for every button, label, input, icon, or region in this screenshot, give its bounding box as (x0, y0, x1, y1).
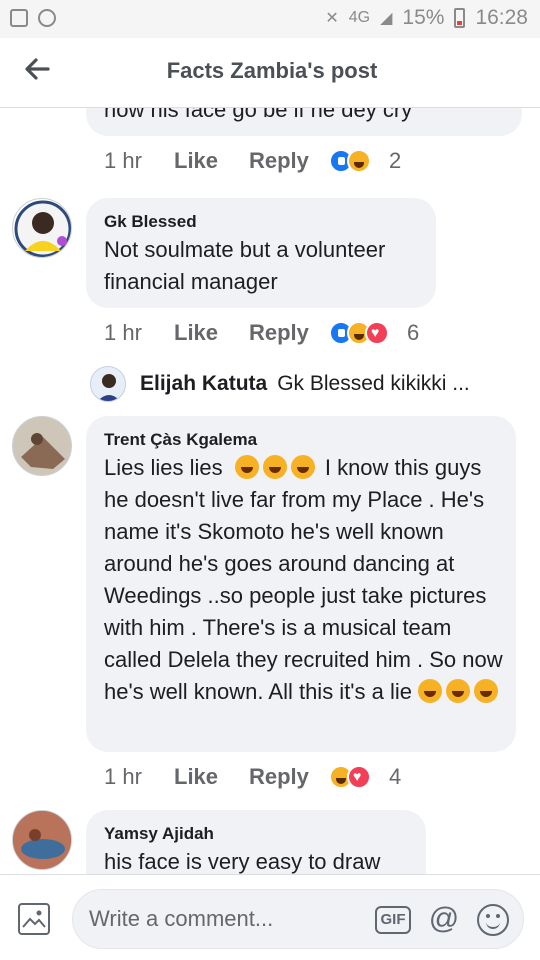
gallery-notification-icon (10, 9, 28, 27)
reply-button[interactable]: Reply (249, 320, 329, 346)
settings-notification-icon (38, 9, 56, 27)
clock: 16:28 (475, 6, 528, 29)
laughing-emoji-icon (262, 455, 287, 479)
comment-text: Lies lies lies I know this guys he doesn… (104, 452, 504, 708)
comments-list[interactable]: now his face go be if he dey cry 1 hr Li… (0, 108, 540, 874)
mute-icon: ✕ (325, 10, 339, 27)
laughing-emoji-icon (234, 455, 259, 479)
like-button[interactable]: Like (174, 148, 249, 174)
like-button[interactable]: Like (174, 320, 249, 346)
comment-actions: 1 hr Like Reply 2 (104, 148, 401, 174)
reaction-icons[interactable] (329, 149, 371, 173)
mention-button[interactable]: @ (427, 902, 461, 936)
emoji-icon[interactable] (477, 904, 509, 936)
reply-button[interactable]: Reply (249, 148, 329, 174)
laughing-emoji-icon (446, 679, 471, 703)
comment-bubble: Gk Blessed Not soulmate but a volunteer … (86, 198, 436, 308)
status-bar: ✕ 4G ◢ 15% 16:28 (0, 0, 540, 38)
comment-input[interactable] (89, 902, 359, 936)
battery-icon (454, 8, 466, 28)
reply-avatar (90, 366, 126, 402)
comment-time: 1 hr (104, 148, 142, 173)
comment-author[interactable]: Yamsy Ajidah (104, 824, 214, 844)
reaction-count: 2 (389, 148, 402, 173)
comment-text: Not soulmate but a volunteer financial m… (104, 237, 386, 294)
comment-bubble: Yamsy Ajidah his face is very easy to dr… (86, 810, 426, 874)
laughing-emoji-icon (418, 679, 443, 703)
comment-text: now his face go be if he dey cry (104, 108, 413, 122)
comment-text: his face is very easy to draw (104, 849, 381, 874)
avatar[interactable] (12, 198, 72, 258)
avatar[interactable] (12, 810, 72, 870)
comment-text-start: Lies lies lies (104, 455, 223, 480)
reaction-icons[interactable] (329, 765, 371, 789)
reply-preview[interactable]: Elijah Katuta Gk Blessed kikikki ... (90, 366, 470, 402)
comment-time: 1 hr (104, 320, 142, 345)
reply-text: Gk Blessed kikikki ... (277, 372, 470, 395)
comment-author[interactable]: Gk Blessed (104, 212, 197, 232)
battery-percent: 15% (402, 6, 445, 29)
comment-box[interactable]: GIF @ (72, 889, 524, 949)
page-title: Facts Zambia's post (166, 58, 378, 83)
reaction-count: 4 (389, 764, 402, 789)
network-type: 4G (348, 9, 371, 26)
laughing-emoji-icon (290, 455, 315, 479)
comment-actions: 1 hr Like Reply 6 (104, 320, 419, 346)
comment-bubble: Trent Çàs Kgalema Lies lies lies I know … (86, 416, 516, 752)
reply-author: Elijah Katuta (140, 372, 268, 395)
signal-icon: ◢ (380, 10, 393, 27)
laughing-emoji-icon (474, 679, 499, 703)
photo-icon[interactable] (18, 903, 50, 935)
top-bar: Facts Zambia's post (0, 38, 540, 108)
comment-text-body: I know this guys he doesn't live far fro… (104, 455, 503, 704)
comment-bubble: now his face go be if he dey cry (86, 108, 522, 136)
reaction-count: 6 (407, 320, 420, 345)
comment-time: 1 hr (104, 764, 142, 789)
comment-author[interactable]: Trent Çàs Kgalema (104, 430, 257, 450)
like-button[interactable]: Like (174, 764, 249, 790)
gif-button[interactable]: GIF (375, 906, 411, 934)
haha-reaction-icon (347, 149, 371, 173)
comment-actions: 1 hr Like Reply 4 (104, 764, 401, 790)
love-reaction-icon (347, 765, 371, 789)
reaction-icons[interactable] (329, 321, 389, 345)
reply-button[interactable]: Reply (249, 764, 329, 790)
love-reaction-icon (365, 321, 389, 345)
avatar[interactable] (12, 416, 72, 476)
comment-composer: GIF @ (0, 874, 540, 960)
